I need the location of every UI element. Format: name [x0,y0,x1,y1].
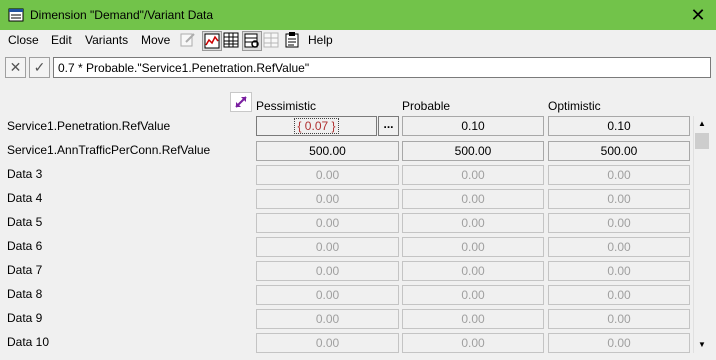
table-search-icon-glyph [244,33,259,48]
row-label: Data 9 [7,311,43,325]
table-grid-icon-glyph [223,32,239,48]
swap-arrow-icon [235,96,247,108]
row-label: Service1.AnnTrafficPerConn.RefValue [7,143,211,157]
row-label: Data 6 [7,239,43,253]
column-header-probable: Probable [402,99,451,113]
scroll-down-arrow-icon[interactable]: ▼ [694,337,710,353]
vertical-scrollbar[interactable]: ▲ ▼ [693,116,710,353]
close-window-button[interactable]: ✕ [686,4,710,26]
table-cell[interactable]: 500.00 [402,141,544,161]
menu-bar: Close Edit Variants Move Help [0,30,716,52]
row-label: Data 10 [7,335,50,349]
table-cell-active[interactable]: { 0.07 } [256,116,377,136]
row-label: Data 3 [7,167,43,181]
row-label: Service1.Penetration.RefValue [7,119,171,133]
column-header-pessimistic: Pessimistic [256,99,317,113]
menu-move[interactable]: Move [141,33,170,47]
menu-edit[interactable]: Edit [51,33,72,47]
scrollbar-thumb[interactable] [695,133,709,149]
table-cell[interactable]: 0.00 [256,189,399,209]
row-label: Data 8 [7,287,43,301]
table-cell[interactable]: 0.00 [256,165,399,185]
edit-formula-button[interactable]: ... [378,116,399,136]
row-label: Data 5 [7,215,43,229]
table-cell[interactable]: 0.00 [548,237,690,257]
table-cell[interactable]: 0.00 [402,333,544,353]
clipboard-icon[interactable] [283,31,303,51]
table-cell[interactable]: 0.00 [548,189,690,209]
table-cell[interactable]: 0.00 [256,237,399,257]
title-bar[interactable]: Dimension "Demand"/Variant Data ✕ [0,0,716,30]
edit-note-icon[interactable] [179,31,199,51]
column-header-optimistic: Optimistic [548,99,601,113]
swap-axes-button[interactable] [230,92,252,112]
edit-note-icon-glyph [180,33,195,47]
table-cell[interactable]: 0.00 [402,285,544,305]
table-filter-icon-glyph [263,32,279,48]
row-label: Data 4 [7,191,43,205]
cell-value: { 0.07 } [294,118,339,134]
row-label: Data 7 [7,263,43,277]
table-filter-icon[interactable] [262,31,282,51]
table-cell[interactable]: 0.00 [256,213,399,233]
table-cell[interactable]: 0.00 [548,333,690,353]
window-title: Dimension "Demand"/Variant Data [30,8,214,22]
table-cell[interactable]: 0.00 [548,213,690,233]
table-cell[interactable]: 0.00 [548,165,690,185]
table-cell[interactable]: 500.00 [548,141,690,161]
confirm-edit-button[interactable]: ✓ [29,57,50,78]
table-cell[interactable]: 0.00 [402,213,544,233]
scroll-up-arrow-icon[interactable]: ▲ [694,116,710,132]
table-cell[interactable]: 0.00 [256,309,399,329]
table-cell[interactable]: 0.00 [402,237,544,257]
app-window-icon [8,8,24,22]
table-cell[interactable]: 0.10 [548,116,690,136]
table-cell[interactable]: 0.00 [402,261,544,281]
cancel-edit-button[interactable]: ✕ [5,57,26,78]
table-search-icon[interactable] [242,31,262,51]
menu-help[interactable]: Help [308,33,333,47]
table-cell[interactable]: 0.00 [548,261,690,281]
table-cell[interactable]: 0.00 [548,309,690,329]
table-cell[interactable]: 0.00 [402,309,544,329]
chart-icon-glyph [204,33,220,49]
table-cell[interactable]: 0.00 [402,165,544,185]
table-cell[interactable]: 0.00 [548,285,690,305]
clipboard-icon-glyph [285,32,299,48]
table-cell[interactable]: 0.00 [256,261,399,281]
table-cell[interactable]: 0.00 [402,189,544,209]
table-cell[interactable]: 0.00 [256,285,399,305]
table-cell[interactable]: 0.10 [402,116,544,136]
formula-input[interactable] [53,57,711,78]
menu-variants[interactable]: Variants [85,33,128,47]
table-cell[interactable]: 500.00 [256,141,399,161]
table-grid-icon[interactable] [222,31,242,51]
menu-close[interactable]: Close [8,33,39,47]
table-cell[interactable]: 0.00 [256,333,399,353]
chart-icon[interactable] [202,31,222,51]
formula-bar: ✕ ✓ [5,57,711,79]
